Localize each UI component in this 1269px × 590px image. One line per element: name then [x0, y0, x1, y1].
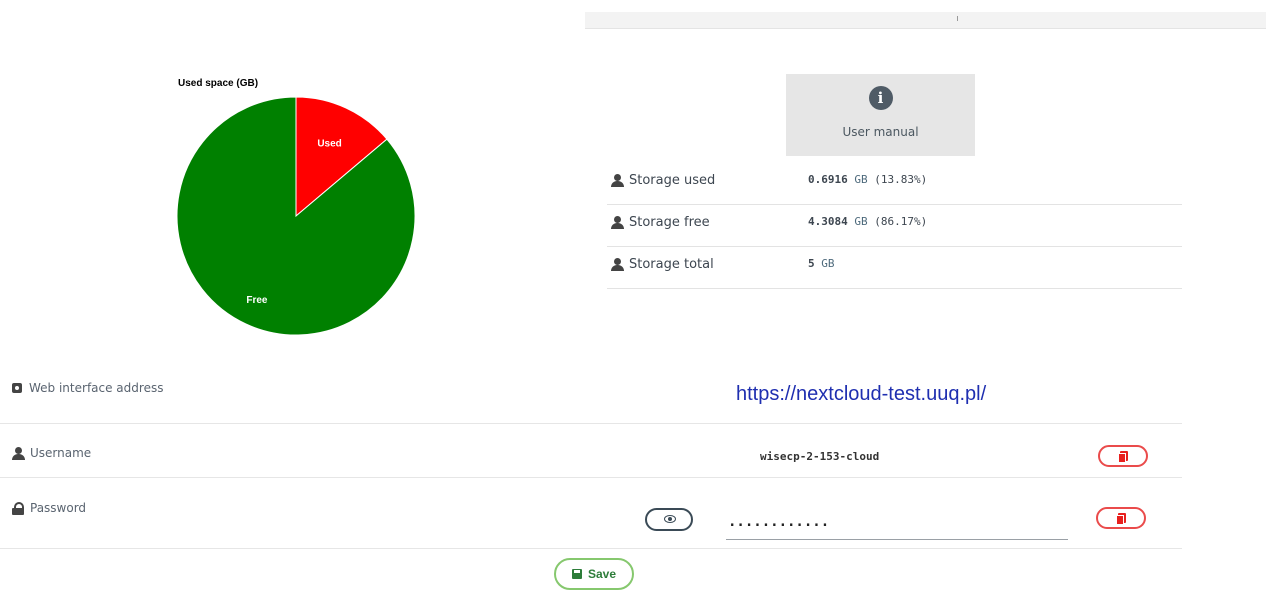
storage-row-free: Storage free 4.3084 GB (86.17%) [607, 205, 1182, 247]
save-button[interactable]: Save [554, 558, 634, 590]
web-interface-row: Web interface address [0, 370, 1182, 424]
chart-title: Used space (GB) [178, 78, 259, 89]
storage-total-value: 5 [808, 257, 815, 270]
save-label: Save [587, 567, 617, 581]
storage-free-percent: (86.17%) [874, 215, 928, 228]
storage-free-label: Storage free [629, 215, 710, 230]
copy-icon [1118, 451, 1128, 463]
storage-used-value: 0.6916 [808, 173, 848, 186]
show-password-button[interactable] [645, 508, 693, 531]
username-label: Username [30, 446, 92, 460]
copy-password-button[interactable] [1096, 507, 1146, 529]
storage-total-unit: GB [821, 257, 835, 270]
divider [957, 16, 958, 21]
storage-used-percent: (13.83%) [874, 173, 928, 186]
user-icon [12, 446, 25, 460]
web-interface-label: Web interface address [29, 381, 164, 395]
username-row: Username [0, 424, 1182, 478]
pie-label-free: Free [246, 295, 268, 306]
password-field[interactable] [726, 505, 1068, 540]
username-value: wisecp-2-153-cloud [760, 450, 880, 463]
web-icon [12, 383, 22, 393]
pie-svg: Used Free [176, 96, 416, 336]
pie-label-used: Used [317, 139, 341, 150]
user-manual-button[interactable]: i User manual [786, 74, 975, 156]
web-interface-link[interactable]: https://nextcloud-test.uuq.pl/ [736, 383, 986, 406]
storage-free-value: 4.3084 [808, 215, 848, 228]
top-bar [585, 12, 1266, 29]
storage-free-unit: GB [854, 215, 868, 228]
storage-used-unit: GB [854, 173, 868, 186]
info-icon: i [868, 86, 893, 110]
storage-row-used: Storage used 0.6916 GB (13.83%) [607, 163, 1182, 205]
password-label: Password [30, 501, 87, 515]
eye-icon [664, 515, 676, 523]
lock-icon [12, 502, 24, 515]
storage-total-label: Storage total [629, 257, 714, 272]
user-icon [611, 258, 624, 271]
user-icon [611, 216, 624, 229]
user-manual-label: User manual [842, 125, 919, 139]
user-icon [611, 174, 624, 187]
floppy-icon [571, 569, 582, 579]
copy-username-button[interactable] [1098, 445, 1148, 467]
copy-icon [1116, 513, 1126, 525]
storage-row-total: Storage total 5 GB [607, 247, 1182, 289]
storage-pie-chart: Used space (GB) Used Free [170, 75, 430, 345]
storage-used-label: Storage used [629, 173, 716, 188]
